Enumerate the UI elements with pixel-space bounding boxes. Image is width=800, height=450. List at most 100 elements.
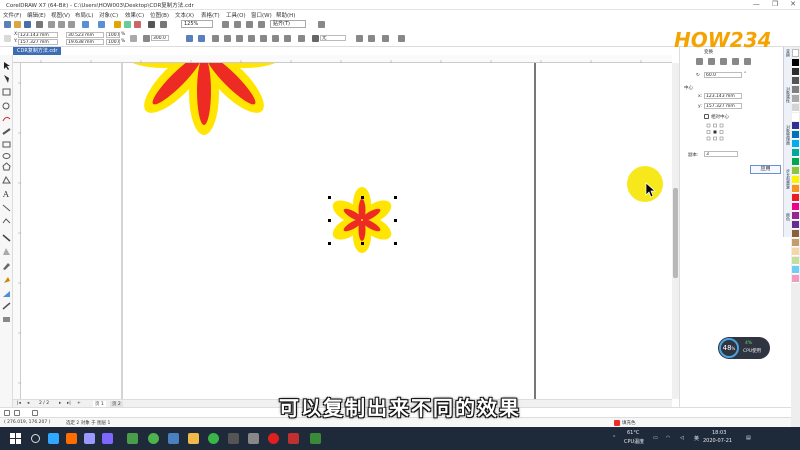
after-effects-icon[interactable] <box>102 433 113 444</box>
center-y-field[interactable]: 157.327 mm <box>704 103 742 109</box>
rotate-angle-field[interactable]: 60.0 <box>704 72 742 78</box>
to-back-icon[interactable] <box>368 35 375 42</box>
snap-to-select[interactable]: 贴齐(T) <box>270 20 306 28</box>
minimize-button[interactable]: — <box>753 0 760 8</box>
swatch[interactable] <box>792 122 799 130</box>
lock-ratio-icon[interactable] <box>130 35 137 42</box>
search-icon[interactable] <box>31 434 40 443</box>
apply-button[interactable]: 应用 <box>750 165 781 174</box>
menu-tools[interactable]: 工具(O) <box>226 11 246 19</box>
swatch[interactable] <box>792 248 799 256</box>
menu-object[interactable]: 对象(C) <box>99 11 118 19</box>
volume-icon[interactable]: ◁ <box>680 435 684 441</box>
freehand-tool-icon[interactable] <box>2 116 11 122</box>
object-origin-icon[interactable] <box>4 35 11 42</box>
menu-effects[interactable]: 效果(C) <box>125 11 144 19</box>
undo-icon[interactable] <box>82 21 89 28</box>
copy-icon[interactable] <box>58 21 65 28</box>
ellipse-tool-icon[interactable] <box>2 153 11 159</box>
swatch[interactable] <box>792 149 799 157</box>
swatch[interactable] <box>792 176 799 184</box>
menu-edit[interactable]: 编辑(E) <box>27 11 46 19</box>
convert-to-curves-icon[interactable] <box>382 35 389 42</box>
full-screen-icon[interactable] <box>222 21 229 28</box>
scale-y-field[interactable]: 100.0 <box>106 39 120 45</box>
swatch-none[interactable] <box>792 49 799 57</box>
swatch-black[interactable] <box>792 59 799 67</box>
menu-text[interactable]: 文本(X) <box>175 11 194 19</box>
interactive-fill-icon[interactable] <box>4 277 10 283</box>
wechat-icon[interactable] <box>208 433 219 444</box>
menu-window[interactable]: 窗口(W) <box>251 11 272 19</box>
outline-width-select[interactable]: 无 <box>320 35 346 41</box>
app-icon[interactable] <box>228 433 239 444</box>
browser-icon[interactable] <box>148 433 159 444</box>
import-icon[interactable] <box>124 21 131 28</box>
swatch[interactable] <box>792 158 799 166</box>
x-position-field[interactable]: 123.143 mm <box>18 32 58 38</box>
menu-bitmaps[interactable]: 位图(B) <box>150 11 169 19</box>
anchor-grid-icon[interactable] <box>706 123 724 141</box>
width-field[interactable]: 30.523 mm <box>66 32 104 38</box>
swatch[interactable] <box>792 68 799 76</box>
export-icon[interactable] <box>134 21 141 28</box>
swatch[interactable] <box>792 131 799 139</box>
quick-customize-icon[interactable] <box>398 35 405 42</box>
zoom-tool-icon[interactable] <box>2 102 10 110</box>
network-icon[interactable]: ▭ <box>653 435 658 441</box>
scale-x-field[interactable]: 100.0 <box>106 32 120 38</box>
file-explorer-icon[interactable] <box>168 433 179 444</box>
trim-icon[interactable] <box>224 35 231 42</box>
relative-center-checkbox[interactable] <box>704 114 709 119</box>
swatch[interactable] <box>792 113 799 121</box>
swatch[interactable] <box>792 140 799 148</box>
print-icon[interactable] <box>36 21 43 28</box>
record-icon[interactable] <box>268 433 279 444</box>
front-minus-back-icon[interactable] <box>260 35 267 42</box>
rectangle-tool-icon[interactable] <box>2 141 11 148</box>
rulers-icon[interactable] <box>234 21 241 28</box>
pick-tool-icon[interactable] <box>4 62 10 70</box>
swatch[interactable] <box>792 86 799 94</box>
swatch[interactable] <box>792 221 799 229</box>
premiere-icon[interactable] <box>84 433 95 444</box>
menu-help[interactable]: 帮助(H) <box>276 11 295 19</box>
media-icon[interactable] <box>288 433 299 444</box>
redo-icon[interactable] <box>98 21 105 28</box>
back-minus-front-icon[interactable] <box>272 35 279 42</box>
shape-tool-icon[interactable] <box>4 75 9 83</box>
outline-tool-icon[interactable] <box>3 317 10 322</box>
swatch[interactable] <box>792 104 799 112</box>
rotation-angle-field[interactable]: 300.0 <box>151 35 169 41</box>
swatch[interactable] <box>792 203 799 211</box>
settings-icon[interactable] <box>248 433 259 444</box>
swatch[interactable] <box>792 212 799 220</box>
paste-icon[interactable] <box>68 21 75 28</box>
basic-shapes-icon[interactable] <box>2 176 11 184</box>
publish-pdf-icon[interactable] <box>148 21 155 28</box>
zoom-select[interactable]: 125% <box>181 20 213 28</box>
copies-field[interactable]: 3 <box>704 151 738 157</box>
open-icon[interactable] <box>14 21 21 28</box>
windows-start-icon[interactable] <box>10 433 21 444</box>
close-button[interactable]: ✕ <box>790 0 796 8</box>
smart-fill-icon[interactable] <box>3 291 10 297</box>
polygon-tool-icon[interactable] <box>2 162 11 171</box>
input-method-button[interactable]: 英 <box>694 435 699 442</box>
transparency-icon[interactable] <box>3 248 10 255</box>
scale-tab-icon[interactable] <box>720 58 727 65</box>
coreldraw-icon[interactable] <box>127 433 138 444</box>
eyedropper-icon[interactable] <box>3 263 10 270</box>
simplify-icon[interactable] <box>248 35 255 42</box>
coreldraw-active-icon[interactable] <box>310 433 321 444</box>
maximize-button[interactable]: ❐ <box>772 0 778 8</box>
notification-icon[interactable]: ▤ <box>746 435 751 441</box>
boundary-icon[interactable] <box>284 35 291 42</box>
swatch[interactable] <box>792 77 799 85</box>
position-tab-icon[interactable] <box>696 58 703 65</box>
intersect-icon[interactable] <box>236 35 243 42</box>
swatch[interactable] <box>792 95 799 103</box>
to-front-icon[interactable] <box>356 35 363 42</box>
center-x-field[interactable]: 123.143 mm <box>704 93 742 99</box>
guidelines-icon[interactable] <box>258 21 265 28</box>
